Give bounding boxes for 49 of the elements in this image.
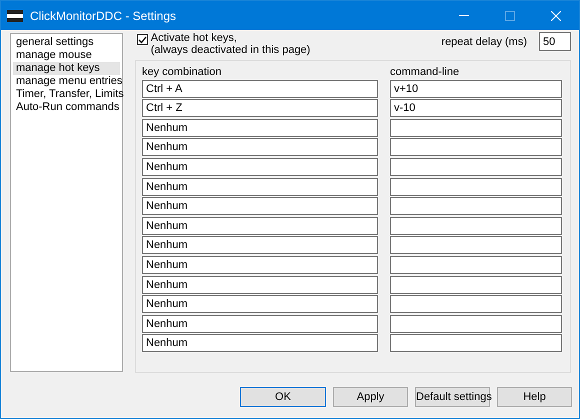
command-line-field[interactable]: v-10 [390,99,562,118]
command-line-field[interactable] [390,314,562,333]
app-icon [7,10,23,22]
sidebar-item[interactable]: manage mouse [13,49,120,62]
command-line-field[interactable]: v+10 [390,80,562,98]
column-header: key combination [142,65,222,78]
dialog-button[interactable]: Default settings [415,387,490,407]
key-combination-field[interactable]: Nenhum [142,178,378,196]
command-line-field[interactable] [390,236,562,254]
sidebar-item[interactable]: manage menu entries [13,75,120,88]
repeat-delay-field[interactable]: 50 [539,32,571,51]
command-line-field[interactable] [390,197,562,216]
key-combination-field[interactable]: Nenhum [142,256,378,274]
dialog-button[interactable]: Help [497,387,572,407]
key-combination-field[interactable]: Nenhum [142,158,378,176]
repeat-delay-label: repeat delay (ms) [441,35,527,50]
column-header: command-line [390,65,460,78]
command-line-field[interactable] [390,256,562,274]
activate-checkbox[interactable] [137,34,148,45]
dialog-button[interactable]: OK [240,387,326,407]
command-line-field[interactable] [390,216,562,235]
command-line-field[interactable] [390,118,562,137]
minimize-icon [459,15,469,16]
sidebar-item[interactable]: general settings [13,36,120,49]
key-combination-field[interactable]: Ctrl + A [142,80,378,98]
command-line-field[interactable] [390,158,562,176]
dialog-button[interactable]: Apply [333,387,408,407]
command-line-field[interactable] [390,138,562,156]
command-line-field[interactable] [390,295,562,314]
key-combination-field[interactable]: Nenhum [142,216,378,235]
key-combination-field[interactable]: Nenhum [142,295,378,314]
sidebar-item[interactable]: Auto-Run commands [13,101,120,114]
key-combination-field[interactable]: Nenhum [142,276,378,294]
command-line-field[interactable] [390,178,562,196]
command-line-field[interactable] [390,276,562,294]
key-combination-field[interactable]: Nenhum [142,138,378,156]
command-line-field[interactable] [390,334,562,352]
close-icon [551,10,561,20]
key-combination-field[interactable]: Nenhum [142,314,378,333]
maximize-icon [505,10,515,20]
key-combination-field[interactable]: Nenhum [142,118,378,137]
checkbox-label: Activate hot keys, [150,32,238,44]
key-combination-field[interactable]: Ctrl + Z [142,99,378,118]
key-combination-field[interactable]: Nenhum [142,197,378,216]
key-combination-field[interactable]: Nenhum [142,334,378,352]
key-combination-field[interactable]: Nenhum [142,236,378,254]
window-title: ClickMonitorDDC - Settings [30,8,176,24]
sidebar-item[interactable]: manage hot keys [13,62,120,75]
checkbox-note: (always deactivated in this page) [150,44,310,56]
